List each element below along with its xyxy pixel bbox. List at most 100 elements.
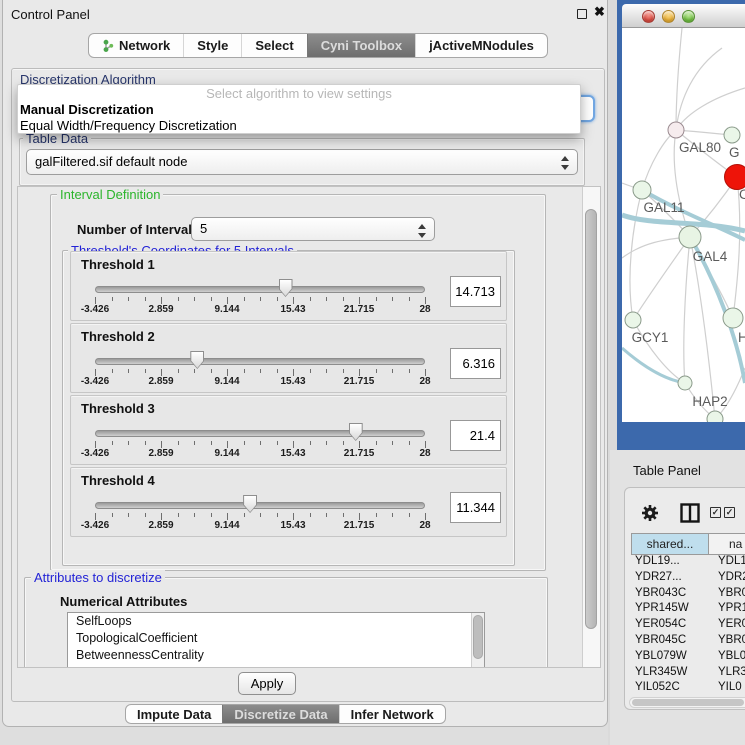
tab-cyni-toolbox[interactable]: Cyni Toolbox [307, 34, 415, 57]
attribute-list-item[interactable]: BetweennessCentrality [68, 647, 484, 664]
network-node-gal4[interactable] [679, 226, 701, 248]
network-edge[interactable] [633, 237, 690, 320]
slider-tick [260, 297, 261, 301]
number-of-intervals-combobox[interactable]: 5 [191, 217, 435, 241]
slider-track[interactable] [95, 358, 425, 365]
network-edge[interactable] [642, 130, 676, 190]
tab-network[interactable]: Network [89, 34, 183, 57]
table-row[interactable]: YIL052CYIL0 [631, 681, 745, 696]
table-row[interactable]: YBR043CYBR0 [631, 587, 745, 603]
network-edge[interactable] [676, 88, 745, 130]
slider-track[interactable] [95, 286, 425, 293]
threshold-value-field[interactable]: 11.344 [450, 492, 501, 523]
network-node-gal11[interactable] [633, 181, 651, 199]
numerical-attributes-list[interactable]: SelfLoopsTopologicalCoefficientBetweenne… [67, 612, 485, 668]
slider-tick [95, 513, 96, 520]
slider-tick [227, 441, 228, 448]
close-traffic-light-icon[interactable] [642, 10, 655, 23]
slider-tick-label: 15.43 [280, 304, 305, 315]
attribute-list-item[interactable]: SelfLoops [68, 613, 484, 630]
algorithm-option[interactable]: Manual Discretization [18, 102, 580, 118]
table-row[interactable]: YPR145WYPR1 [631, 602, 745, 618]
slider-tick [112, 441, 113, 445]
slider-tick [161, 441, 162, 448]
slider-thumb[interactable] [190, 351, 204, 369]
slider-thumb[interactable] [349, 423, 363, 441]
tab-impute-data[interactable]: Impute Data [126, 705, 222, 723]
slider-thumb[interactable] [279, 279, 293, 297]
tab-discretize-data[interactable]: Discretize Data [222, 705, 338, 723]
slider-track[interactable] [95, 430, 425, 437]
viewport-vertical-scrollbar[interactable] [582, 187, 600, 667]
table-scrollbar-thumb[interactable] [632, 699, 744, 706]
slider-tick [343, 369, 344, 373]
table-horizontal-scrollbar[interactable] [629, 697, 745, 708]
checkbox-icon[interactable]: ✓ [710, 507, 721, 518]
checkbox-icon[interactable]: ✓ [724, 507, 735, 518]
threshold-value-field[interactable]: 21.4 [450, 420, 501, 451]
network-edge[interactable] [684, 237, 690, 383]
slider-tick [161, 369, 162, 376]
network-node-label: C [739, 187, 745, 202]
network-edge[interactable] [630, 190, 642, 320]
network-node-g[interactable] [724, 127, 740, 143]
table-row[interactable]: YER054CYER0 [631, 618, 745, 634]
network-node-gal80[interactable] [668, 122, 684, 138]
apply-button[interactable]: Apply [238, 672, 296, 695]
table-row[interactable]: YDL19...YDL1 [631, 555, 745, 571]
network-node-c[interactable] [725, 165, 745, 190]
attributes-list-scrollbar[interactable] [471, 613, 484, 668]
slider-tick [310, 441, 311, 445]
slider-tick-label: 9.144 [214, 520, 239, 531]
cell-shared-name: YBR045C [631, 634, 709, 650]
slider-track[interactable] [95, 502, 425, 509]
network-node-label: HAP2 [692, 394, 727, 409]
attributes-list-scrollbar-thumb[interactable] [473, 615, 483, 659]
slider-tick [112, 513, 113, 517]
float-window-icon[interactable] [577, 9, 587, 19]
network-edge[interactable] [676, 48, 722, 130]
column-header-name[interactable]: na [709, 533, 745, 555]
slider-tick [425, 441, 426, 448]
threshold-value-field[interactable]: 14.713 [450, 276, 501, 307]
algorithm-option[interactable]: Equal Width/Frequency Discretization [18, 118, 580, 134]
spinner-arrows-icon [561, 155, 569, 171]
tab-select[interactable]: Select [241, 34, 306, 57]
network-node-h[interactable] [723, 308, 743, 328]
network-node-hap2[interactable] [678, 376, 692, 390]
tab-infer-network[interactable]: Infer Network [339, 705, 445, 723]
slider-tick [392, 441, 393, 445]
threshold-value-field[interactable]: 6.316 [450, 348, 501, 379]
split-columns-icon[interactable] [680, 503, 700, 523]
slider-thumb[interactable] [243, 495, 257, 513]
network-edge-highlighted[interactable] [622, 348, 685, 383]
network-node[interactable] [707, 411, 723, 422]
algorithm-placeholder-option[interactable]: Select algorithm to view settings [18, 85, 580, 102]
attributes-group: Attributes to discretize Numerical Attri… [24, 577, 548, 668]
viewport-scrollbar-thumb[interactable] [585, 209, 597, 629]
slider-tick [425, 513, 426, 520]
slider-tick [227, 297, 228, 304]
slider-tick [145, 369, 146, 373]
slider-tick [178, 297, 179, 301]
network-node-gcy1[interactable] [625, 312, 641, 328]
table-data-combobox[interactable]: galFiltered.sif default node [26, 149, 578, 175]
column-header-shared-name[interactable]: shared... [631, 533, 709, 555]
network-node-label: H [738, 330, 745, 345]
table-row[interactable]: YDR27...YDR2 [631, 571, 745, 587]
close-icon[interactable]: ✖ [594, 4, 605, 20]
table-row[interactable]: YBL079WYBL0 [631, 650, 745, 666]
slider-tick [293, 513, 294, 520]
network-canvas[interactable]: GAL80GCGAL11GAL4GCY1HHAP2 [622, 28, 745, 422]
attribute-list-item[interactable]: TopologicalCoefficient [68, 630, 484, 647]
tab-jactivemnodules[interactable]: jActiveMNodules [415, 34, 547, 57]
gear-icon[interactable] [641, 504, 659, 522]
table-row[interactable]: YBR045CYBR0 [631, 634, 745, 650]
network-edge[interactable] [690, 237, 715, 419]
minimize-traffic-light-icon[interactable] [662, 10, 675, 23]
cell-name: YBR0 [709, 634, 745, 650]
zoom-traffic-light-icon[interactable] [682, 10, 695, 23]
slider-tick-label: 2.859 [148, 376, 173, 387]
table-row[interactable]: YLR345WYLR3 [631, 666, 745, 682]
tab-style[interactable]: Style [183, 34, 241, 57]
